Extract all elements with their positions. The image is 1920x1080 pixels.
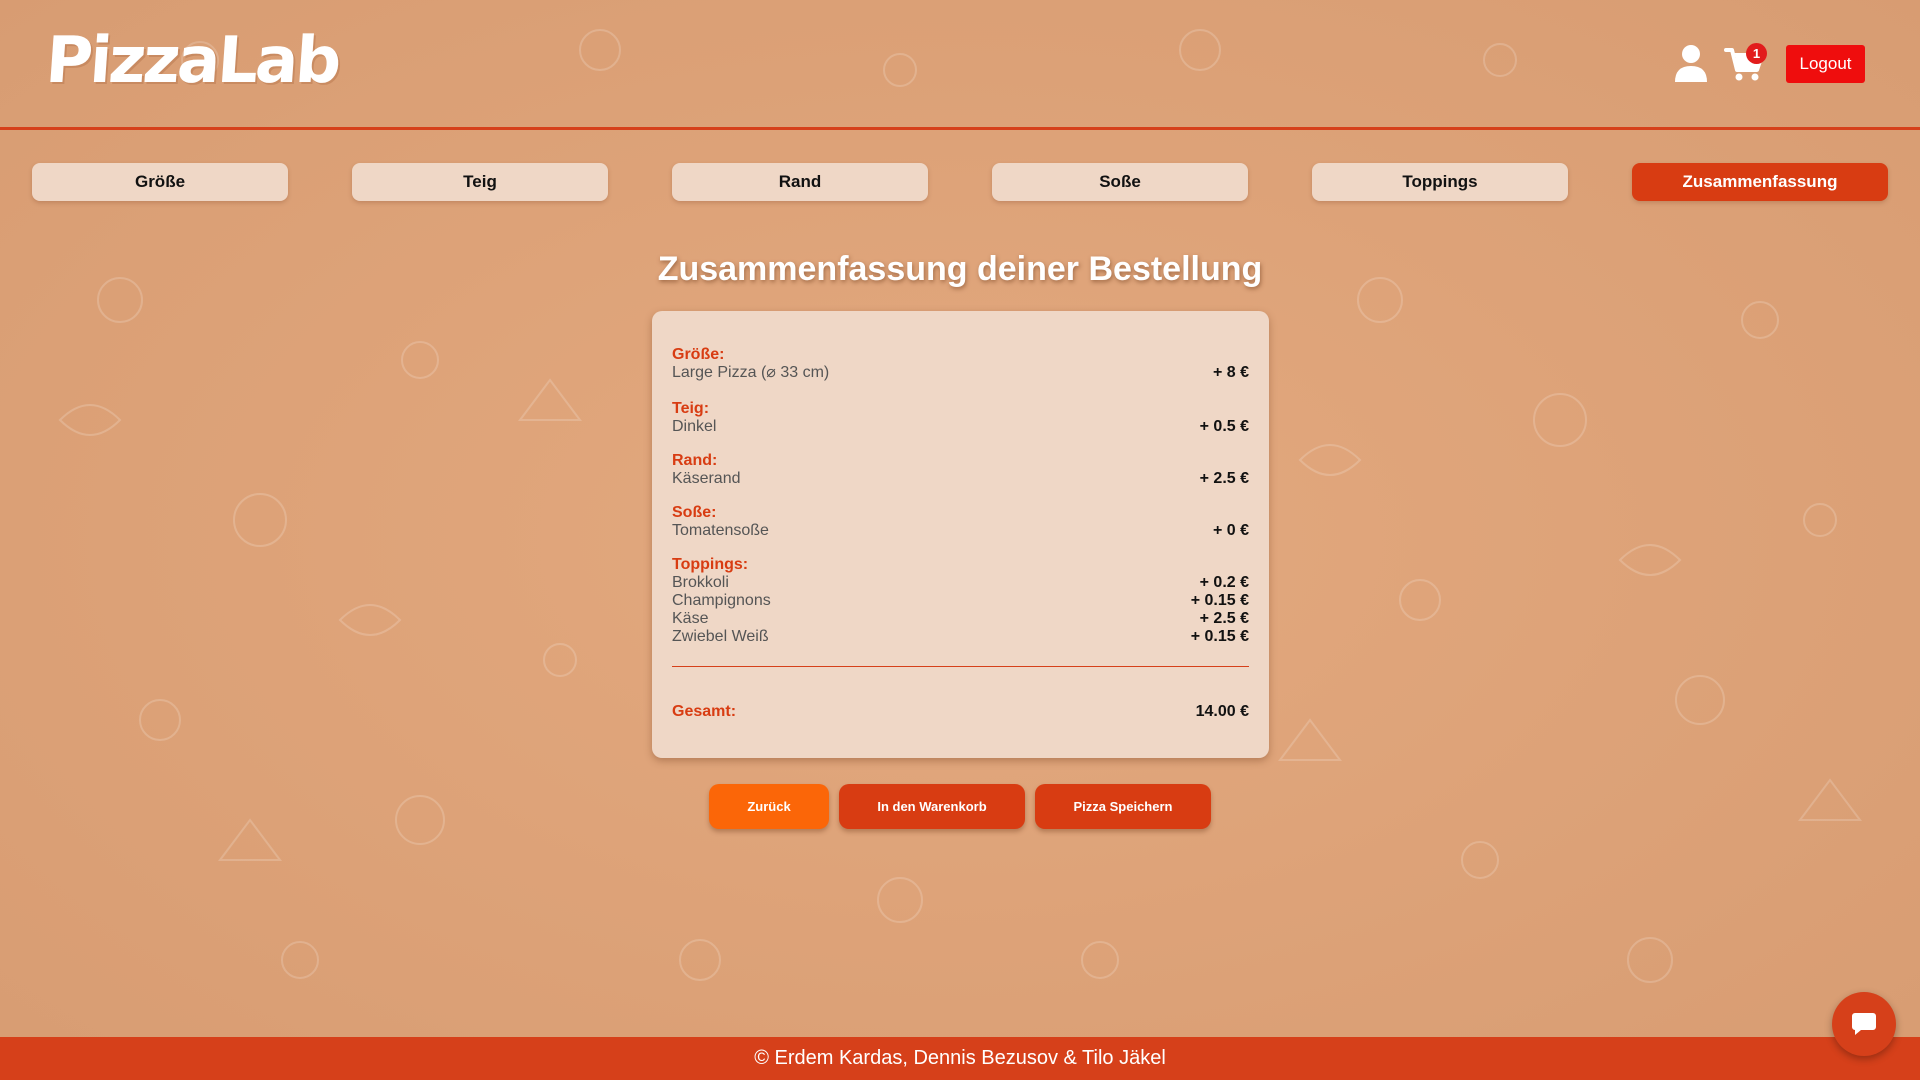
site-footer: © Erdem Kardas, Dennis Bezusov & Tilo Jä… xyxy=(0,1037,1920,1080)
save-pizza-button[interactable]: Pizza Speichern xyxy=(1035,784,1211,829)
dough-price: + 0.5 € xyxy=(1199,418,1249,435)
step-teig[interactable]: Teig xyxy=(352,163,608,201)
summary-row: Tomatensoße + 0 € xyxy=(672,522,1249,540)
topping-name: Käse xyxy=(672,610,709,627)
topping-price: + 0.2 € xyxy=(1199,574,1249,591)
topping-price: + 0.15 € xyxy=(1190,592,1249,609)
sauce-label: Soße: xyxy=(672,504,717,521)
summary-row: Dinkel + 0.5 € xyxy=(672,418,1249,436)
summary-row: Large Pizza (⌀ 33 cm) + 8 € xyxy=(672,364,1249,382)
crust-name: Käserand xyxy=(672,470,741,487)
size-price: + 8 € xyxy=(1212,364,1249,381)
step-rand[interactable]: Rand xyxy=(672,163,928,201)
configurator-steps: Größe Teig Rand Soße Toppings Zusammenfa… xyxy=(32,163,1888,201)
site-header: PizzaLab 1 Logout xyxy=(0,0,1920,130)
topping-name: Brokkoli xyxy=(672,574,729,591)
topping-name: Zwiebel Weiß xyxy=(672,628,769,645)
add-to-cart-button[interactable]: In den Warenkorb xyxy=(839,784,1025,829)
total-value: 14.00 € xyxy=(1195,703,1249,720)
summary-crust: Rand: Käserand + 2.5 € xyxy=(672,452,1249,488)
summary-size: Größe: Large Pizza (⌀ 33 cm) + 8 € xyxy=(672,346,1249,382)
logout-button[interactable]: Logout xyxy=(1786,45,1865,83)
step-groesse[interactable]: Größe xyxy=(32,163,288,201)
summary-sauce: Soße: Tomatensoße + 0 € xyxy=(672,504,1249,540)
summary-dough: Teig: Dinkel + 0.5 € xyxy=(672,400,1249,436)
total-label: Gesamt: xyxy=(672,703,737,720)
step-toppings[interactable]: Toppings xyxy=(1312,163,1568,201)
topping-row: Champignons + 0.15 € xyxy=(672,592,1249,610)
sauce-name: Tomatensoße xyxy=(672,522,769,539)
chat-button[interactable] xyxy=(1832,992,1896,1056)
dough-label: Teig: xyxy=(672,400,710,417)
pizzalab-logo[interactable]: PizzaLab xyxy=(43,24,340,98)
size-label: Größe: xyxy=(672,346,725,363)
step-zusammenfassung[interactable]: Zusammenfassung xyxy=(1632,163,1888,201)
summary-total: Gesamt: 14.00 € xyxy=(672,703,1249,721)
page-title: Zusammenfassung deiner Bestellung xyxy=(657,250,1263,288)
size-name: Large Pizza (⌀ 33 cm) xyxy=(672,364,830,381)
summary-divider xyxy=(672,666,1249,667)
dough-name: Dinkel xyxy=(672,418,717,435)
toppings-label: Toppings: xyxy=(672,556,749,573)
topping-name: Champignons xyxy=(672,592,771,609)
order-summary-card: Größe: Large Pizza (⌀ 33 cm) + 8 € Teig:… xyxy=(652,311,1269,758)
crust-label: Rand: xyxy=(672,452,718,469)
summary-row: Käserand + 2.5 € xyxy=(672,470,1249,488)
user-icon[interactable] xyxy=(1674,44,1708,82)
topping-row: Käse + 2.5 € xyxy=(672,610,1249,628)
topping-row: Brokkoli + 0.2 € xyxy=(672,574,1249,592)
sauce-price: + 0 € xyxy=(1212,522,1249,539)
topping-price: + 2.5 € xyxy=(1199,610,1249,627)
topping-row: Zwiebel Weiß + 0.15 € xyxy=(672,628,1249,646)
step-sosse[interactable]: Soße xyxy=(992,163,1248,201)
footer-copyright: © Erdem Kardas, Dennis Bezusov & Tilo Jä… xyxy=(754,1047,1166,1069)
chat-bubble-icon xyxy=(1850,1009,1878,1040)
back-button[interactable]: Zurück xyxy=(709,784,829,829)
cart-count-badge: 1 xyxy=(1746,43,1767,64)
crust-price: + 2.5 € xyxy=(1199,470,1249,487)
summary-toppings: Toppings: Brokkoli + 0.2 € Champignons +… xyxy=(672,556,1249,646)
topping-price: + 0.15 € xyxy=(1190,628,1249,645)
